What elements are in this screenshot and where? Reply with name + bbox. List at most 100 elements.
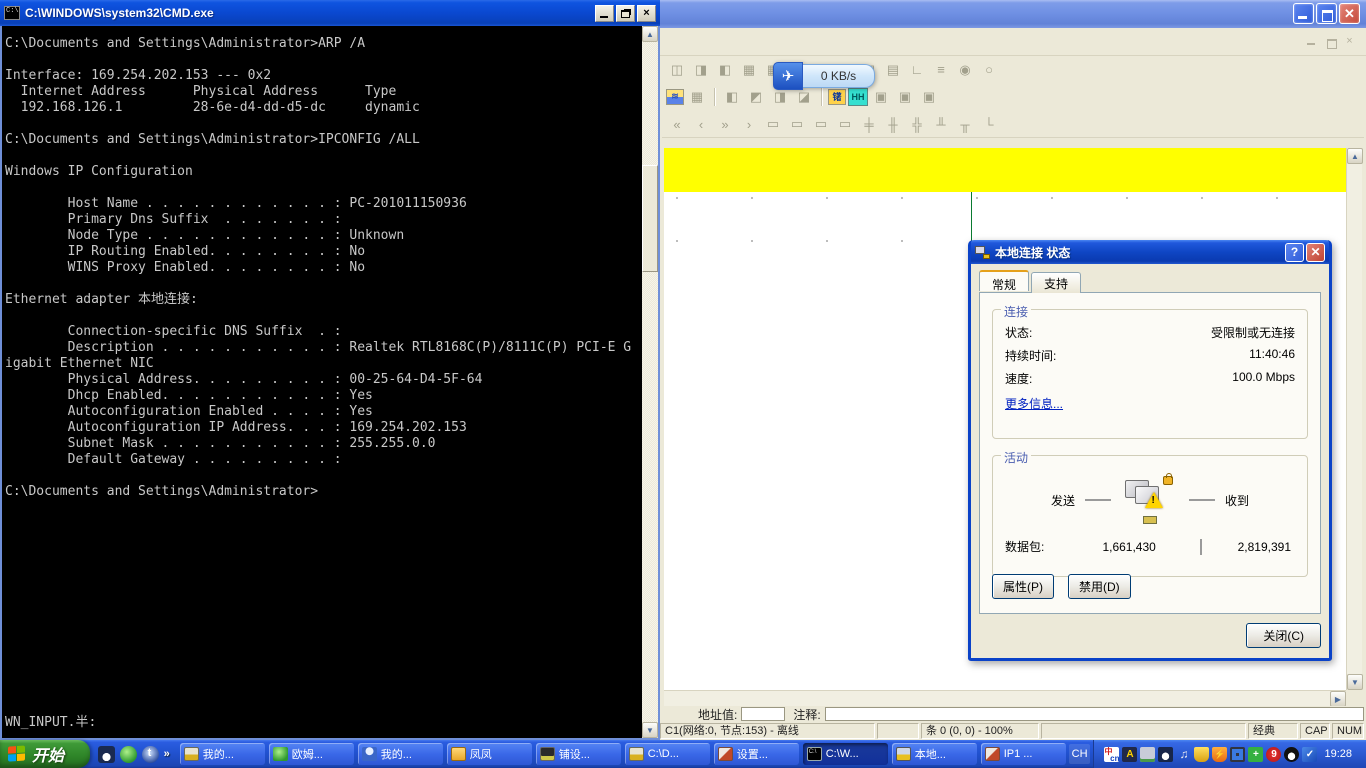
security-shield-icon[interactable] (1194, 747, 1209, 762)
taskbar-button[interactable]: 欧姆... (269, 743, 354, 765)
toolbar-button-icon[interactable]: ▤ (882, 60, 904, 80)
optimizer-shield-icon[interactable]: ⚡ (1212, 747, 1227, 762)
start-button[interactable]: 开始 (0, 740, 90, 768)
taskbar-button[interactable]: C:\D... (625, 743, 710, 765)
netspeed-widget[interactable]: ✈ 0 KB/s (773, 62, 875, 90)
toolbar-button-icon[interactable]: ╬ (906, 114, 928, 134)
scrollbar-thumb[interactable] (642, 165, 658, 272)
taskbar-button[interactable]: 设置... (714, 743, 799, 765)
taskbar-button[interactable]: 凤凤 (447, 743, 532, 765)
toolbar-button-icon[interactable]: ◨ (690, 60, 712, 80)
toolbar-button-icon[interactable]: ∟ (906, 60, 928, 80)
cmd-scrollbar[interactable]: ▲ ▼ (642, 26, 658, 738)
dove-icon[interactable]: ✈ (773, 62, 803, 90)
app-vertical-scrollbar[interactable]: ▲ ▼ (1346, 148, 1362, 690)
toolbar-button-icon[interactable]: ◧ (721, 87, 743, 107)
toolbar-button-icon[interactable]: ▭ (762, 114, 784, 134)
taskbar-button[interactable]: C:\W... (803, 743, 888, 765)
toolbar-button-icon[interactable]: ≡ (930, 60, 952, 80)
disable-button[interactable]: 禁用(D) (1068, 574, 1131, 599)
connection-group: 连接 状态: 受限制或无连接 持续时间: 11:40:46 速度: 100.0 … (992, 309, 1308, 439)
font-tool-icon[interactable]: A (1122, 747, 1137, 762)
language-indicator[interactable]: CH (1069, 744, 1091, 764)
toolbar-button-icon[interactable]: ╨ (930, 114, 952, 134)
taskbar-button[interactable]: 本地... (892, 743, 977, 765)
toolbar-button-icon[interactable]: ╫ (882, 114, 904, 134)
toolbar-button-icon[interactable]: ▭ (786, 114, 808, 134)
start-label: 开始 (32, 742, 64, 766)
more-info-link[interactable]: 更多信息... (1005, 395, 1063, 412)
clock[interactable]: 19:28 (1320, 748, 1358, 760)
toolbar-button-icon[interactable]: ▦ (738, 60, 760, 80)
app-horizontal-scrollbar[interactable]: ▶ (664, 690, 1346, 706)
penguin-tray-icon[interactable] (1158, 747, 1173, 762)
toolbar-button-icon[interactable]: ◫ (666, 60, 688, 80)
toolbar-button-icon[interactable]: ▭ (810, 114, 832, 134)
taskbar-button[interactable]: 我的... (180, 743, 265, 765)
quicklaunch-overflow-chevron[interactable]: » (164, 748, 170, 760)
toolbar-button-icon[interactable]: ▣ (918, 87, 940, 107)
anchor-quicklaunch-icon[interactable] (142, 746, 159, 763)
toolbar-button-icon[interactable]: ○ (978, 60, 1000, 80)
red-badge-icon[interactable]: 9 (1266, 747, 1281, 762)
dialog-help-button[interactable]: ? (1285, 243, 1304, 262)
mdi-close-button[interactable]: × (1341, 34, 1358, 49)
toolbar-button-icon[interactable]: › (738, 114, 760, 134)
qq-tray-icon[interactable] (1284, 747, 1299, 762)
console-line: C:\Documents and Settings\Administrator>… (5, 36, 642, 52)
address-value-input[interactable] (741, 707, 785, 721)
app-minimize-button[interactable] (1293, 3, 1314, 24)
toolbar-button-icon[interactable]: ◩ (745, 87, 767, 107)
dialog-close-icon[interactable]: ✕ (1306, 243, 1325, 262)
browser-quicklaunch-icon[interactable] (120, 746, 137, 763)
console-line: Primary Dns Suffix . . . . . . . : (5, 212, 642, 228)
close-button[interactable]: 关闭(C) (1246, 623, 1321, 648)
toolbar-grid-icon[interactable]: ▦ (686, 87, 708, 107)
toolbar-button-icon[interactable]: ╥ (954, 114, 976, 134)
ime-cn-icon[interactable]: 中cn (1104, 747, 1119, 762)
plc-app-titlebar[interactable]: ✕ (660, 0, 1366, 28)
toolbar-button-icon[interactable]: ╪ (858, 114, 880, 134)
toolbar-button-icon[interactable]: « (666, 114, 688, 134)
cmd-restore-button[interactable] (616, 5, 635, 22)
qq-quicklaunch-icon[interactable] (98, 746, 115, 763)
console-line: IP Routing Enabled. . . . . . . . : No (5, 244, 642, 260)
scroll-down-icon[interactable]: ▼ (642, 722, 658, 738)
volume-icon[interactable]: ♫ (1176, 747, 1191, 762)
console-output[interactable]: C:\Documents and Settings\Administrator>… (2, 26, 642, 738)
antivirus-check-icon[interactable]: ✓ (1302, 747, 1317, 762)
comment-input[interactable] (825, 707, 1364, 721)
toolbar-button-icon[interactable]: ‹ (690, 114, 712, 134)
toolbar-hh-icon[interactable]: HH (848, 88, 868, 106)
toolbar-button-icon[interactable]: ◉ (954, 60, 976, 80)
tab-general[interactable]: 常规 (979, 270, 1029, 291)
updater-icon[interactable]: + (1248, 747, 1263, 762)
scroll-up-icon[interactable]: ▲ (642, 26, 658, 42)
mdi-minimize-button[interactable] (1303, 34, 1320, 49)
scroll-right-icon[interactable]: ▶ (1330, 691, 1346, 707)
properties-button[interactable]: 属性(P) (992, 574, 1054, 599)
toolbar-button-icon[interactable]: └ (978, 114, 1000, 134)
cmd-close-button[interactable]: × (637, 5, 656, 22)
taskbar-button[interactable]: 铺设... (536, 743, 621, 765)
network-monitor-icon[interactable] (1230, 747, 1245, 762)
keyboard-tray-icon[interactable] (1140, 747, 1155, 762)
cmd-minimize-button[interactable] (595, 5, 614, 22)
dialog-titlebar[interactable]: 本地连接 状态 ? ✕ (971, 240, 1329, 264)
scroll-down-icon[interactable]: ▼ (1347, 674, 1363, 690)
taskbar-button[interactable]: IP1 ... (981, 743, 1066, 765)
cmd-titlebar[interactable]: C:\WINDOWS\system32\CMD.exe × (0, 0, 660, 26)
toolbar-rack-icon[interactable]: 䦃 (828, 89, 846, 105)
mdi-restore-button[interactable] (1322, 34, 1339, 49)
scroll-up-icon[interactable]: ▲ (1347, 148, 1363, 164)
taskbar-button[interactable]: 我的... (358, 743, 443, 765)
toolbar-stack-icon[interactable]: ≋ (666, 89, 684, 105)
app-close-button[interactable]: ✕ (1339, 3, 1360, 24)
app-restore-button[interactable] (1316, 3, 1337, 24)
tab-support[interactable]: 支持 (1031, 272, 1081, 293)
toolbar-button-icon[interactable]: » (714, 114, 736, 134)
toolbar-button-icon[interactable]: ▣ (894, 87, 916, 107)
activity-group: 活动 发送 收到 数据包: 1,661,430 2,8 (992, 455, 1308, 577)
toolbar-button-icon[interactable]: ◧ (714, 60, 736, 80)
toolbar-button-icon[interactable]: ▭ (834, 114, 856, 134)
